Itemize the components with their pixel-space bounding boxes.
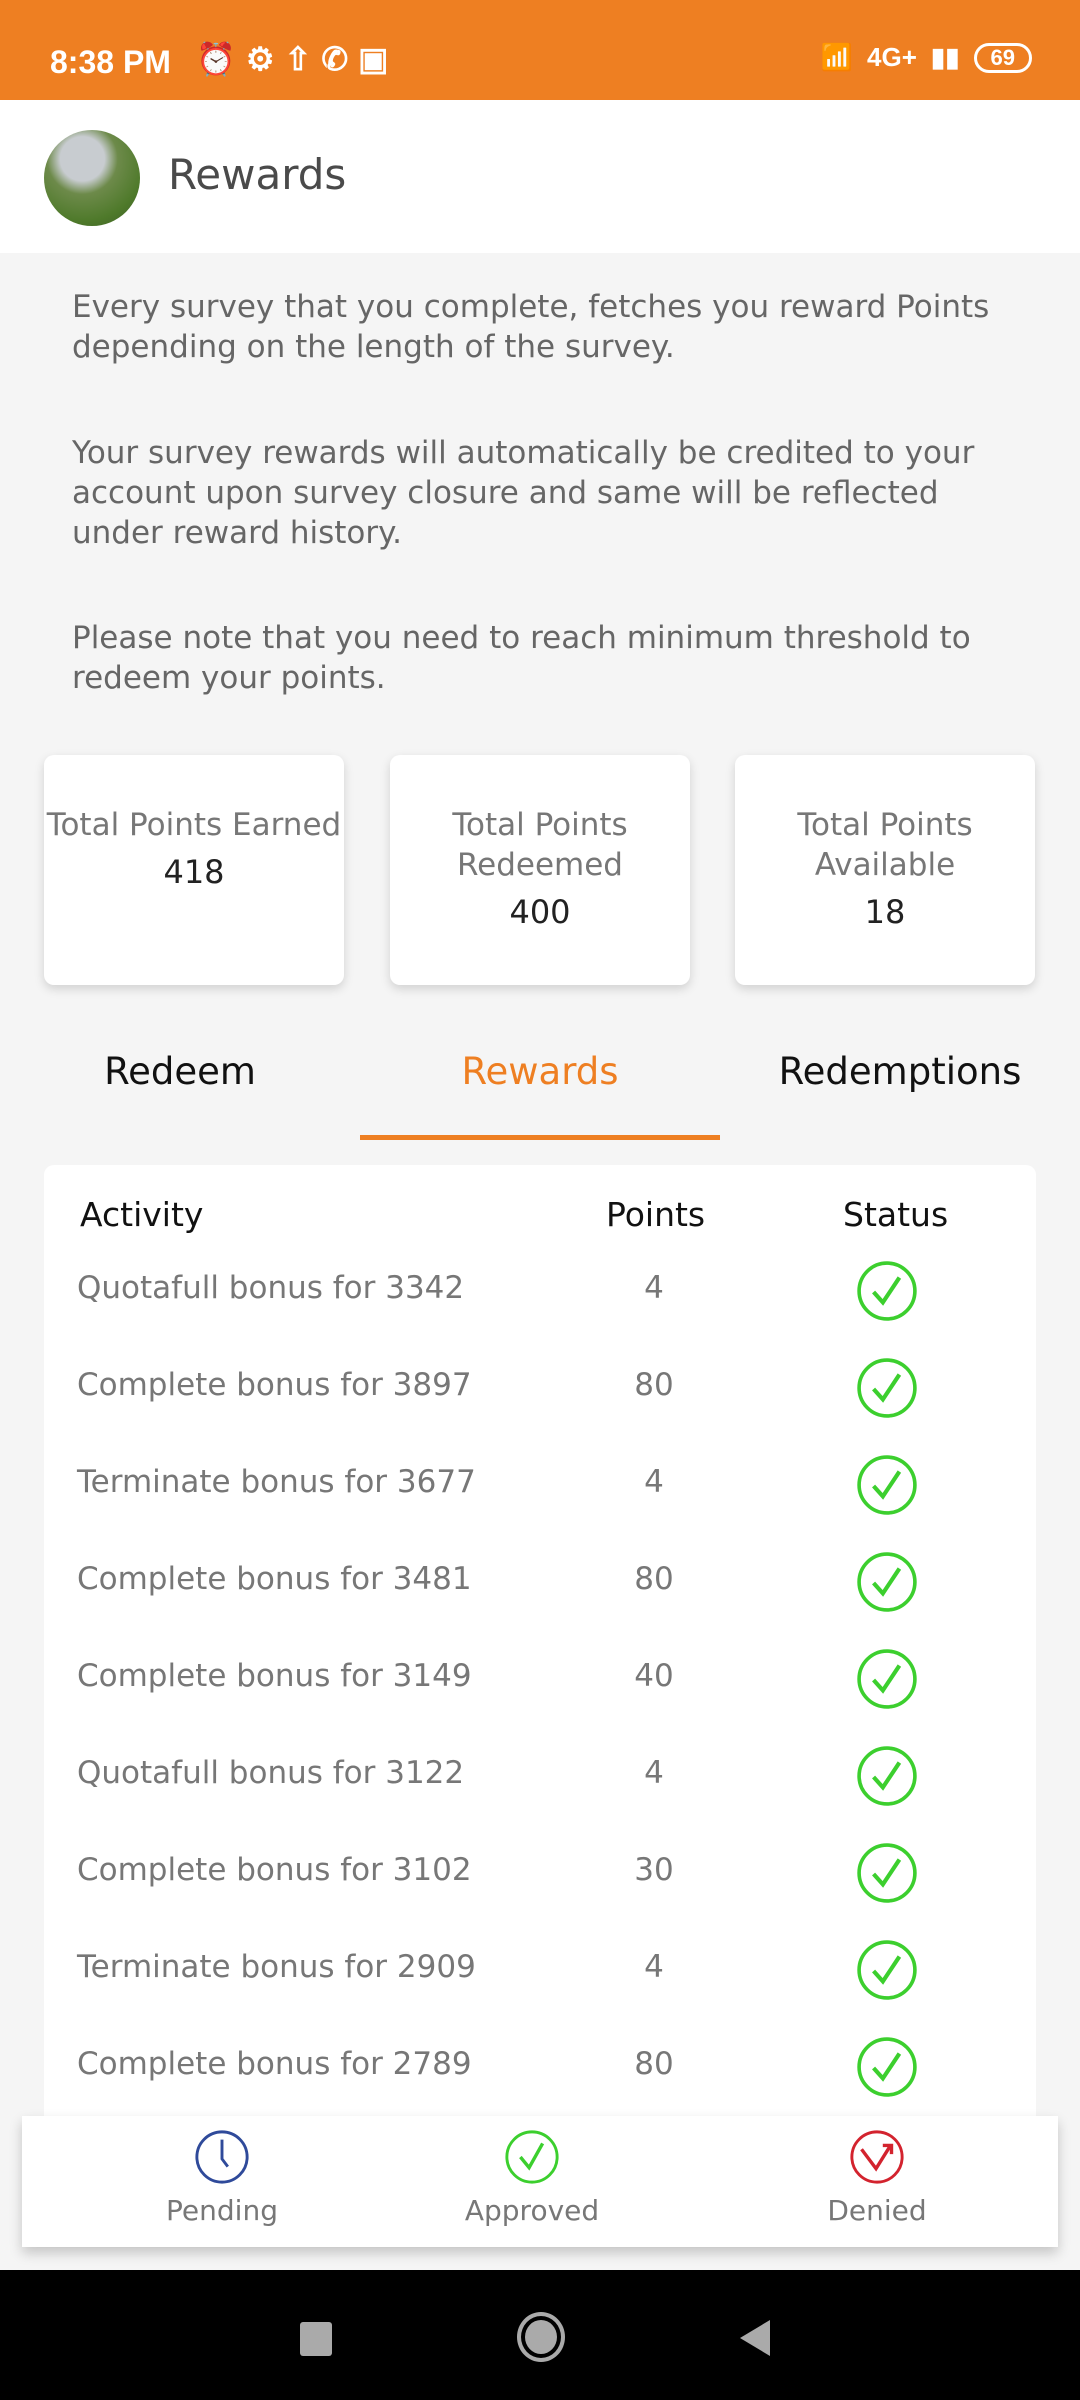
activity-cell: Complete bonus for 3149 (77, 1658, 472, 1694)
status-time: 8:38 PM (50, 44, 171, 80)
table-row: Quotafull bonus for 3342 4 (44, 1261, 1036, 1367)
card-value: 418 (163, 853, 225, 891)
clock-icon (195, 2130, 249, 2184)
wifi-icon: 📶 (820, 42, 854, 72)
points-cell: 4 (644, 1464, 664, 1500)
check-circle-icon (857, 1358, 917, 1418)
check-circle-icon (857, 2037, 917, 2097)
status-bar: 8:38 PM ⏰⚙⇧✆▣ 📶 4G+ ▮▮ 69 (0, 0, 1080, 100)
card-value: 18 (864, 893, 906, 931)
page-title: Rewards (168, 150, 347, 199)
points-cell: 30 (634, 1852, 674, 1888)
tab-redeem[interactable]: Redeem (0, 1050, 360, 1093)
check-circle-icon (505, 2130, 559, 2184)
tab-redemptions[interactable]: Redemptions (720, 1050, 1080, 1093)
activity-cell: Quotafull bonus for 3122 (77, 1755, 465, 1791)
table-row: Complete bonus for 3481 80 (44, 1552, 1036, 1658)
summary-card-earned: Total Points Earned 418 (44, 755, 344, 985)
table-row: Complete bonus for 3149 40 (44, 1649, 1036, 1755)
check-circle-icon (857, 1940, 917, 2000)
check-circle-icon (857, 1843, 917, 1903)
summary-card-redeemed: Total Points Redeemed 400 (390, 755, 690, 985)
legend-label: Denied (827, 2194, 927, 2227)
activity-cell: Complete bonus for 3102 (77, 1852, 472, 1888)
check-circle-icon (857, 1746, 917, 1806)
table-row: Complete bonus for 3102 30 (44, 1843, 1036, 1949)
check-circle-icon (857, 1455, 917, 1515)
network-type: 4G+ (867, 42, 917, 72)
points-cell: 80 (634, 1561, 674, 1597)
column-header-activity: Activity (80, 1195, 204, 1234)
legend-approved[interactable]: Approved (382, 2116, 682, 2227)
points-cell: 40 (634, 1658, 674, 1694)
card-label: Total Points Earned (46, 807, 342, 843)
points-cell: 80 (634, 2046, 674, 2082)
table-row: Terminate bonus for 2909 4 (44, 1940, 1036, 2046)
legend-pending[interactable]: Pending (72, 2116, 372, 2227)
check-circle-icon (857, 1552, 917, 1612)
legend-denied[interactable]: Denied (727, 2116, 1027, 2227)
card-value: 400 (509, 893, 571, 931)
intro-text: Your survey rewards will automatically b… (72, 435, 975, 551)
column-header-status: Status (843, 1195, 949, 1234)
android-nav-bar (0, 2270, 1080, 2400)
recents-button[interactable] (300, 2322, 332, 2356)
system-icons: 📶 4G+ ▮▮ 69 (821, 42, 1032, 73)
legend-label: Pending (166, 2194, 278, 2227)
table-row: Quotafull bonus for 3122 4 (44, 1746, 1036, 1852)
legend-label: Approved (464, 2194, 600, 2227)
table-row: Complete bonus for 3897 80 (44, 1358, 1036, 1464)
home-button[interactable] (517, 2312, 565, 2362)
battery-icon: 69 (973, 42, 1032, 73)
tab-rewards[interactable]: Rewards (360, 1050, 720, 1093)
activity-cell: Quotafull bonus for 3342 (77, 1270, 465, 1306)
app-header (0, 100, 1080, 253)
activity-cell: Terminate bonus for 2909 (77, 1949, 476, 1985)
denied-icon (850, 2130, 904, 2184)
avatar[interactable] (44, 130, 140, 226)
card-label: Total Points Available (797, 807, 973, 883)
activity-cell: Complete bonus for 3897 (77, 1367, 472, 1403)
activity-cell: Terminate bonus for 3677 (77, 1464, 476, 1500)
points-cell: 4 (644, 1270, 664, 1306)
table-row: Terminate bonus for 3677 4 (44, 1455, 1036, 1561)
card-label: Total Points Redeemed (452, 807, 628, 883)
check-circle-icon (857, 1649, 917, 1709)
status-legend: Pending Approved Denied (22, 2116, 1058, 2247)
signal-icon: ▮▮ (930, 42, 960, 72)
notification-icons: ⏰⚙⇧✆▣ (196, 41, 399, 77)
summary-card-available: Total Points Available 18 (735, 755, 1035, 985)
check-circle-icon (857, 1261, 917, 1321)
column-header-points: Points (606, 1195, 706, 1234)
intro-text: Every survey that you complete, fetches … (72, 289, 990, 365)
intro-text: Please note that you need to reach minim… (72, 620, 971, 696)
active-tab-indicator (360, 1135, 720, 1140)
activity-cell: Complete bonus for 3481 (77, 1561, 472, 1597)
points-cell: 80 (634, 1367, 674, 1403)
points-cell: 4 (644, 1949, 664, 1985)
activity-cell: Complete bonus for 2789 (77, 2046, 472, 2082)
back-button[interactable] (740, 2320, 770, 2356)
points-cell: 4 (644, 1755, 664, 1791)
